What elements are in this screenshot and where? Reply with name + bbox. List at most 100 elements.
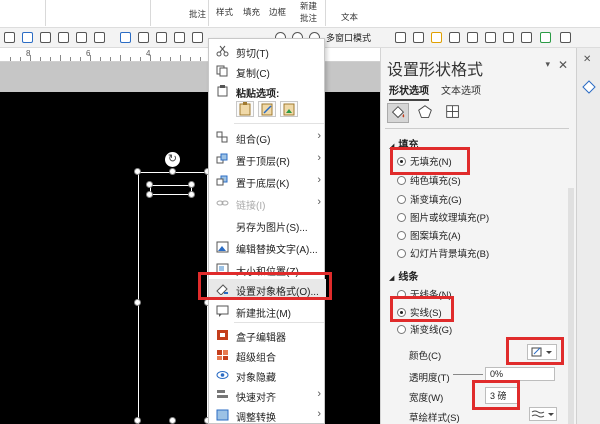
radio-button[interactable] xyxy=(397,325,406,334)
resize-handle[interactable] xyxy=(169,168,176,175)
fill-line-tab[interactable] xyxy=(387,103,409,123)
effects-tab[interactable] xyxy=(415,103,437,123)
radio-button[interactable] xyxy=(397,249,406,258)
tab-text-options[interactable]: 文本选项 xyxy=(441,82,481,97)
paste-merge-button[interactable] xyxy=(258,101,276,117)
group-handle[interactable] xyxy=(188,191,195,198)
radio-label: 渐变线(G) xyxy=(410,325,453,336)
menu-item-group[interactable]: 组合(G) › xyxy=(209,127,326,147)
size-properties-tab[interactable] xyxy=(443,103,465,123)
multi-window-mode-label[interactable]: 多窗口模式 xyxy=(326,31,371,44)
paste-keep-source-button[interactable] xyxy=(236,101,254,117)
menu-item-label: 置于底层(K) xyxy=(236,179,290,190)
table-icon[interactable] xyxy=(76,32,87,43)
outline-icon[interactable] xyxy=(449,32,460,43)
transparency-input[interactable]: 0% xyxy=(485,367,555,381)
group-selection-frame[interactable] xyxy=(150,185,192,195)
submenu-chevron-icon: › xyxy=(317,174,321,186)
flip-icon[interactable] xyxy=(540,32,551,43)
ruler-number: 4 xyxy=(146,49,151,58)
menu-item-send-to-back[interactable]: 置于底层(K) › xyxy=(209,171,326,191)
arrange-icon[interactable] xyxy=(395,32,406,43)
menu-item-quick-align[interactable]: 快速对齐 › xyxy=(209,385,326,405)
alt-text-icon xyxy=(216,241,229,253)
crop-icon[interactable] xyxy=(485,32,496,43)
rotate-handle-icon[interactable]: ↻ xyxy=(165,152,180,167)
pane-options-chevron-icon[interactable]: ▾ xyxy=(545,59,550,70)
pane-scrollbar[interactable] xyxy=(568,188,574,424)
radio-picture-fill[interactable]: 图片或纹理填充(P) xyxy=(397,210,489,224)
shape-fill-icon[interactable] xyxy=(413,32,424,43)
comment-icon xyxy=(216,305,229,317)
menu-item-label: 粘贴选项: xyxy=(236,89,280,100)
menu-item-save-as-picture[interactable]: 另存为图片(S)... xyxy=(209,215,326,235)
resize-handle[interactable] xyxy=(134,299,141,306)
edit-points-icon[interactable] xyxy=(521,32,532,43)
paste-icon xyxy=(217,85,228,97)
menu-item-copy[interactable]: 复制(C) xyxy=(209,61,326,81)
menu-item-edit-alt-text[interactable]: 编辑替换文字(A)... xyxy=(209,237,326,257)
merge-shapes-icon[interactable] xyxy=(503,32,514,43)
resize-handle[interactable] xyxy=(134,168,141,175)
line-section-header[interactable]: ◢ 线条 xyxy=(389,268,418,283)
ribbon-new-comment-button[interactable]: 新建 xyxy=(300,0,317,12)
paste-picture-icon xyxy=(283,103,295,116)
close-icon[interactable]: ✕ xyxy=(558,58,568,72)
ribbon-style-button[interactable]: 样式 xyxy=(216,6,233,18)
radio-button[interactable] xyxy=(397,213,406,222)
size-properties-icon xyxy=(446,105,459,118)
radio-button[interactable] xyxy=(397,231,406,240)
resize-handle[interactable] xyxy=(134,417,141,424)
ribbon-fill-button[interactable]: 填充 xyxy=(243,6,260,18)
align-right-icon[interactable] xyxy=(156,32,167,43)
paint-bucket-icon xyxy=(391,106,405,119)
paint-bucket-icon[interactable] xyxy=(580,78,598,96)
align-left-icon[interactable] xyxy=(120,32,131,43)
align-center-icon[interactable] xyxy=(138,32,149,43)
group-handle[interactable] xyxy=(188,181,195,188)
radio-button[interactable] xyxy=(397,195,406,204)
select-icon[interactable] xyxy=(4,32,15,43)
menu-item-adjust-convert[interactable]: 调整转换 › xyxy=(209,405,326,424)
radio-solid-fill[interactable]: 纯色填充(S) xyxy=(397,173,461,187)
menu-item-new-comment[interactable]: 新建批注(M) xyxy=(209,301,326,321)
collapse-pane-icon[interactable]: ✕ xyxy=(583,54,591,65)
paste-clipboard-icon xyxy=(239,102,251,116)
pane-title: 设置形状格式 xyxy=(387,62,484,79)
group-handle[interactable] xyxy=(146,181,153,188)
menu-item-hide-object[interactable]: 对象隐藏 xyxy=(209,365,326,385)
link-icon xyxy=(216,200,229,206)
radio-slide-bg-fill[interactable]: 幻灯片背景填充(B) xyxy=(397,246,489,260)
radio-button[interactable] xyxy=(397,176,406,185)
align-middle-icon[interactable] xyxy=(192,32,203,43)
chart-icon[interactable] xyxy=(94,32,105,43)
bring-front-icon xyxy=(216,153,228,164)
radio-pattern-fill[interactable]: 图案填充(A) xyxy=(397,228,461,242)
radio-gradient-fill[interactable]: 渐变填充(G) xyxy=(397,192,462,206)
hide-icon xyxy=(216,371,229,379)
paste-picture-button[interactable] xyxy=(280,101,298,117)
tab-shape-options[interactable]: 形状选项 xyxy=(389,82,429,101)
menu-item-box-editor[interactable]: 盒子编辑器 xyxy=(209,325,326,345)
radio-gradient-line[interactable]: 渐变线(G) xyxy=(397,322,452,336)
highlight-icon[interactable] xyxy=(431,32,442,43)
effects-icon[interactable] xyxy=(467,32,478,43)
menu-item-cut[interactable]: 剪切(T) xyxy=(209,41,326,61)
transparency-slider[interactable] xyxy=(453,374,483,375)
menu-item-bring-to-front[interactable]: 置于顶层(R) › xyxy=(209,149,326,169)
textbox-icon[interactable] xyxy=(40,32,51,43)
more-tools-icon[interactable] xyxy=(560,32,571,43)
shape-rect-icon[interactable] xyxy=(22,32,33,43)
resize-handle[interactable] xyxy=(169,417,176,424)
sketch-style-dropdown[interactable] xyxy=(529,407,557,421)
picture-icon[interactable] xyxy=(58,32,69,43)
ribbon-group-text-label: 文本 xyxy=(341,12,359,22)
send-back-icon xyxy=(216,175,228,186)
align-top-icon[interactable] xyxy=(174,32,185,43)
group-handle[interactable] xyxy=(146,191,153,198)
ribbon-new-comment-button-line2[interactable]: 批注 xyxy=(300,12,317,24)
ribbon-comment-label[interactable]: 批注 xyxy=(189,8,206,20)
menu-item-super-group[interactable]: 超级组合 xyxy=(209,345,326,365)
ribbon-border-button[interactable]: 边框 xyxy=(269,6,286,18)
annotation-highlight-width xyxy=(472,380,520,410)
